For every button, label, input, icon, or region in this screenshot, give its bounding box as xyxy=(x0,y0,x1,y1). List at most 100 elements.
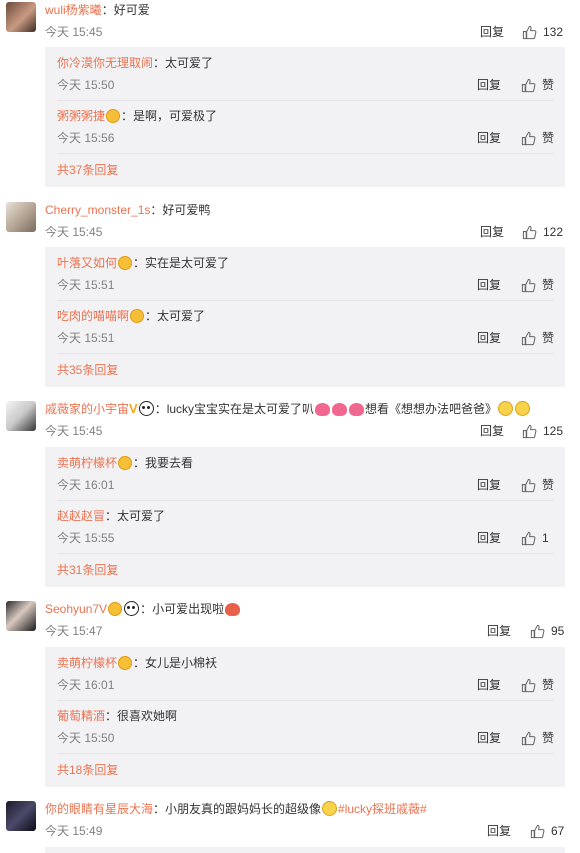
reply-button[interactable]: 回复 xyxy=(477,77,501,93)
like-button[interactable]: 125 xyxy=(522,423,563,439)
more-replies-link[interactable]: 共18条回复 xyxy=(57,762,118,778)
thumbs-up-icon xyxy=(521,331,536,345)
reply-time: 今天 15:51 xyxy=(57,331,115,345)
more-replies-link[interactable]: 共35条回复 xyxy=(57,362,118,378)
like-count: 125 xyxy=(543,424,564,438)
thumbs-up-icon xyxy=(530,824,545,838)
reply-button[interactable]: 回复 xyxy=(487,623,511,639)
vip-badge-icon xyxy=(106,109,121,123)
topic-link[interactable]: #lucky探班戚薇# xyxy=(338,802,427,816)
more-replies-link[interactable]: 共37条回复 xyxy=(57,162,118,178)
like-button[interactable]: 赞 xyxy=(521,477,554,493)
reply-username[interactable]: 粥粥粥捷 xyxy=(57,109,105,123)
like-button[interactable]: 1 xyxy=(521,530,549,546)
thumbs-up-icon xyxy=(521,531,536,545)
like-button[interactable]: 122 xyxy=(522,224,563,240)
reply-button[interactable]: 回复 xyxy=(480,24,504,40)
reply-text: 女儿是小棉袄 xyxy=(145,656,218,670)
reply-button[interactable]: 回复 xyxy=(477,477,501,493)
like-button[interactable]: 赞 xyxy=(521,730,554,746)
avatar[interactable] xyxy=(6,601,36,631)
reply-box: 卖萌柠檬杯 ：女儿是小棉袄 今天 16:01 回复 赞 葡萄精酒：很喜欢她啊 今天… xyxy=(45,647,565,787)
like-button[interactable]: 132 xyxy=(522,24,563,40)
reply-button[interactable]: 回复 xyxy=(477,330,501,346)
reply-time: 今天 15:55 xyxy=(57,531,115,545)
thumbs-up-icon xyxy=(522,225,537,239)
reply-username[interactable]: 赵赵赵冒 xyxy=(57,509,105,523)
reply-button[interactable]: 回复 xyxy=(480,224,504,240)
like-label: 赞 xyxy=(542,678,555,692)
comment-text: 好可爱 xyxy=(113,3,150,17)
reply-time: 今天 15:50 xyxy=(57,731,115,745)
avatar[interactable] xyxy=(6,401,36,431)
comment-text: 小朋友真的跟妈妈长的超级像 xyxy=(165,802,322,816)
like-count: 95 xyxy=(551,624,565,638)
comment-username[interactable]: Seohyun7V xyxy=(45,602,107,616)
divider xyxy=(57,100,553,101)
reply-button[interactable]: 回复 xyxy=(477,730,501,746)
thumbs-up-icon xyxy=(521,278,536,292)
thumbs-up-icon xyxy=(530,624,545,638)
reply-username[interactable]: 你冷漠你无理取闹 xyxy=(57,56,153,70)
reply-username[interactable]: 吃肉的喵喵啊 xyxy=(57,309,129,323)
flower-emoji-icon xyxy=(225,603,241,616)
avatar[interactable] xyxy=(6,202,36,232)
reply-text: 我要去看 xyxy=(145,456,194,470)
comment-text-continued: 想看《想想办法吧爸爸》 xyxy=(365,402,498,416)
like-button[interactable]: 赞 xyxy=(521,677,554,693)
like-button[interactable]: 赞 xyxy=(521,130,554,146)
heart-emoji-icon xyxy=(349,403,365,416)
reply-button[interactable]: 回复 xyxy=(477,130,501,146)
comment-username[interactable]: Cherry_monster_1s xyxy=(45,203,150,217)
divider xyxy=(57,700,553,701)
more-replies-link[interactable]: 共31条回复 xyxy=(57,562,118,578)
reply-username[interactable]: 卖萌柠檬杯 xyxy=(57,656,117,670)
divider xyxy=(57,500,553,501)
thumbs-up-icon xyxy=(522,424,537,438)
like-button[interactable]: 67 xyxy=(530,823,564,839)
vip-badge-icon xyxy=(118,656,133,670)
like-label: 赞 xyxy=(542,478,555,492)
like-label: 赞 xyxy=(542,78,555,92)
reply-text: 太可爱了 xyxy=(157,309,206,323)
reply-button[interactable]: 回复 xyxy=(487,823,511,839)
heart-emoji-icon xyxy=(332,403,348,416)
comment-time: 今天 15:45 xyxy=(45,424,103,438)
like-button[interactable]: 95 xyxy=(530,623,564,639)
avatar[interactable] xyxy=(6,2,36,32)
divider xyxy=(57,353,553,354)
reply-button[interactable]: 回复 xyxy=(477,277,501,293)
reply-button[interactable]: 回复 xyxy=(480,423,504,439)
comment-text: lucky宝宝实在是太可爱了叭 xyxy=(166,402,315,416)
comment-text: 小可爱出现啦 xyxy=(152,602,225,616)
like-button[interactable]: 赞 xyxy=(521,330,554,346)
reply-box: 卖萌柠檬杯 ：我要去看 今天 16:01 回复 赞 赵赵赵冒：太可爱了 今天 15… xyxy=(45,447,565,587)
like-button[interactable]: 赞 xyxy=(521,277,554,293)
reply-box xyxy=(45,847,565,853)
reply-box: 叶落又如何 ：实在是太可爱了 今天 15:51 回复 赞 吃肉的喵喵啊 ：太可爱了 … xyxy=(45,247,565,387)
reply-username[interactable]: 叶落又如何 xyxy=(57,256,117,270)
vip-badge-icon xyxy=(108,602,123,616)
reply-box: 你冷漠你无理取闹：太可爱了 今天 15:50 回复 赞 粥粥粥捷 ：是啊，可爱极了… xyxy=(45,47,565,187)
reply-time: 今天 16:01 xyxy=(57,478,115,492)
like-count: 132 xyxy=(543,25,564,39)
reply-username[interactable]: 葡萄精酒 xyxy=(57,709,105,723)
like-label: 赞 xyxy=(542,331,555,345)
comment-username[interactable]: 戚薇家的小宇宙 xyxy=(45,402,129,416)
like-button[interactable]: 赞 xyxy=(521,77,554,93)
reply-button[interactable]: 回复 xyxy=(477,530,501,546)
reply-text: 是啊，可爱极了 xyxy=(133,109,218,123)
reply-username[interactable]: 卖萌柠檬杯 xyxy=(57,456,117,470)
divider xyxy=(57,153,553,154)
thumbs-up-icon xyxy=(521,478,536,492)
panda-emoji-icon xyxy=(138,401,154,416)
thumbs-up-icon xyxy=(521,131,536,145)
comment-username[interactable]: wuli杨紫曦 xyxy=(45,3,102,17)
comment-username[interactable]: 你的眼睛有星辰大海 xyxy=(45,802,153,816)
reply-button[interactable]: 回复 xyxy=(477,677,501,693)
comment-text: 好可爱鸭 xyxy=(162,203,211,217)
like-count: 1 xyxy=(542,531,549,545)
avatar[interactable] xyxy=(6,801,36,831)
vip-badge-icon xyxy=(130,309,145,323)
like-label: 赞 xyxy=(542,131,555,145)
